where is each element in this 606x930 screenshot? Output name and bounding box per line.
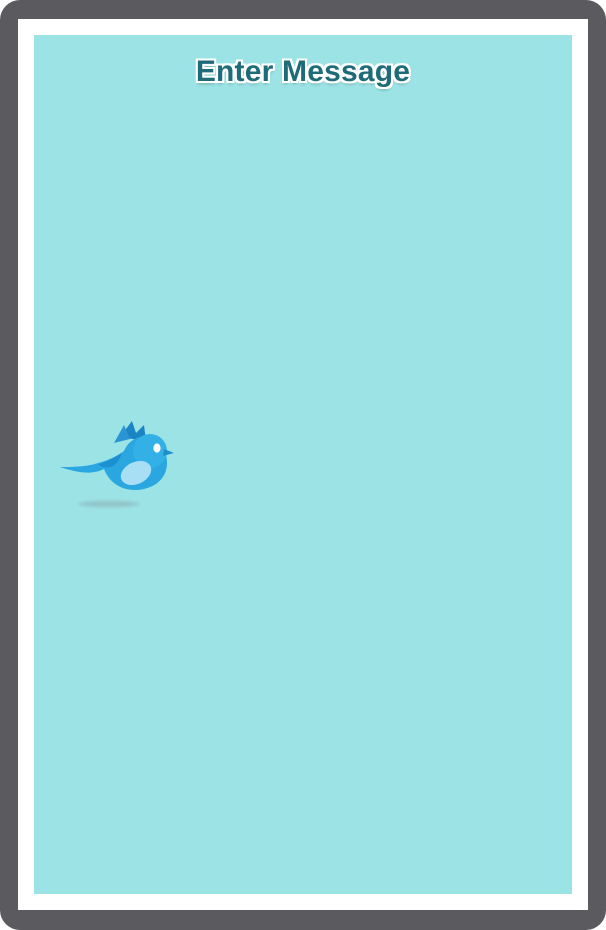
bird-graphic	[60, 421, 174, 491]
twitter-bird-icon	[58, 415, 178, 515]
device-frame: Enter Message	[0, 0, 606, 930]
page-title: Enter Message	[195, 55, 411, 88]
message-screen[interactable]: Enter Message	[34, 35, 572, 894]
bird-shadow	[78, 501, 140, 507]
